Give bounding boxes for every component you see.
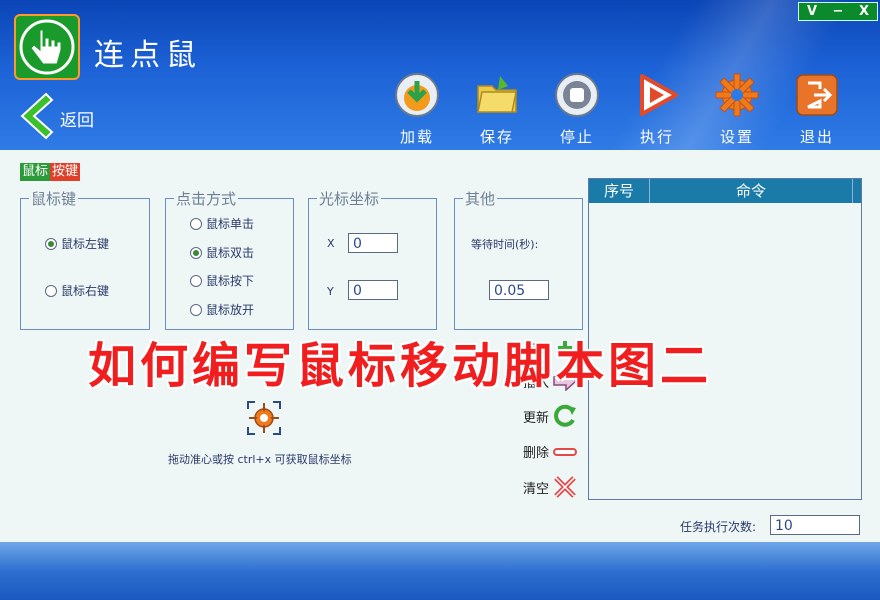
menu-button[interactable]: V [799, 3, 825, 20]
settings-button[interactable]: 设置 [709, 72, 765, 147]
refresh-icon [554, 404, 577, 427]
wait-label: 等待时间(秒): [471, 238, 539, 251]
update-button[interactable]: 更新 [523, 404, 578, 428]
command-list-header: 序号 命令 [589, 179, 861, 203]
load-label: 加载 [399, 128, 434, 146]
window-controls: V − X [798, 2, 878, 21]
back-arrow-icon [20, 92, 54, 140]
run-label: 执行 [639, 128, 674, 146]
save-button[interactable]: 保存 [469, 72, 525, 147]
radio-left-button[interactable]: 鼠标左键 [45, 235, 109, 252]
tab-mouse[interactable]: 鼠标 [20, 163, 51, 181]
radio-indicator [190, 246, 202, 259]
cursor-pos-group: 光标坐标 [308, 188, 437, 330]
radio-indicator [45, 237, 57, 250]
radio-label: 鼠标双击 [206, 246, 255, 260]
save-label: 保存 [479, 128, 514, 146]
repeat-label: 任务执行次数: [680, 520, 757, 534]
repeat-input[interactable]: 10 [770, 515, 860, 535]
app-window: V − X 连点鼠 返回 加载 保存 停止 执行 设置 退出 鼠标 按键 鼠标键… [0, 0, 880, 600]
radio-indicator [45, 284, 57, 297]
radio-release[interactable]: 鼠标放开 [190, 301, 254, 318]
col-command: 命令 [650, 179, 853, 203]
minus-icon [553, 447, 578, 456]
footer-bar [0, 542, 880, 600]
delete-label: 删除 [523, 446, 550, 461]
crosshair-hint: 拖动准心或按 ctrl+x 可获取鼠标坐标 [168, 453, 352, 466]
update-label: 更新 [523, 410, 550, 426]
delete-button[interactable]: 删除 [523, 442, 578, 461]
run-button[interactable]: 执行 [629, 72, 685, 147]
stop-button[interactable]: 停止 [549, 72, 605, 147]
stop-icon [555, 73, 599, 117]
radio-label: 鼠标按下 [206, 274, 255, 288]
radio-right-button[interactable]: 鼠标右键 [45, 282, 109, 299]
exit-icon [796, 74, 838, 116]
radio-single-click[interactable]: 鼠标单击 [190, 215, 254, 232]
play-icon [640, 74, 678, 116]
x-label: X [327, 237, 335, 250]
radio-indicator [190, 274, 202, 287]
x-input[interactable]: 0 [348, 233, 398, 253]
other-group: 其他 [454, 188, 583, 330]
back-label: 返回 [60, 111, 94, 131]
other-legend: 其他 [465, 190, 496, 208]
minimize-button[interactable]: − [825, 3, 851, 20]
app-logo [14, 14, 80, 80]
close-button[interactable]: X [851, 3, 877, 20]
exit-button[interactable]: 退出 [789, 72, 845, 147]
cursor-pos-legend: 光标坐标 [319, 190, 380, 208]
radio-indicator [190, 217, 202, 230]
back-button[interactable]: 返回 [18, 92, 108, 140]
crosshair-icon [247, 401, 281, 435]
mouse-key-legend: 鼠标键 [31, 190, 77, 208]
settings-label: 设置 [719, 128, 754, 146]
mode-tabs: 鼠标 按键 [20, 163, 81, 181]
header-bar: V − X 连点鼠 返回 加载 保存 停止 执行 设置 退出 [0, 0, 880, 150]
stop-label: 停止 [559, 128, 594, 146]
wait-input[interactable]: 0.05 [489, 280, 549, 300]
clear-label: 清空 [523, 481, 550, 497]
radio-label: 鼠标放开 [206, 303, 255, 317]
radio-label: 鼠标左键 [61, 237, 110, 251]
radio-label: 鼠标单击 [206, 217, 255, 231]
download-icon [395, 73, 439, 117]
load-button[interactable]: 加载 [389, 72, 445, 147]
crosshair-target[interactable] [246, 400, 282, 436]
col-spacer [853, 179, 861, 203]
exit-label: 退出 [799, 128, 834, 146]
hand-pointer-icon [19, 19, 75, 75]
radio-label: 鼠标右键 [61, 284, 110, 298]
y-input[interactable]: 0 [348, 280, 398, 300]
col-index: 序号 [589, 179, 650, 203]
radio-indicator [190, 303, 202, 316]
tab-keyboard[interactable]: 按键 [50, 163, 81, 181]
folder-icon [477, 76, 517, 113]
clear-button[interactable]: 清空 [523, 476, 578, 498]
click-mode-legend: 点击方式 [176, 190, 237, 208]
radio-press[interactable]: 鼠标按下 [190, 272, 254, 289]
app-title: 连点鼠 [94, 38, 202, 73]
gear-icon [715, 73, 759, 117]
x-icon [554, 476, 576, 498]
radio-double-click[interactable]: 鼠标双击 [190, 244, 254, 261]
mouse-key-group: 鼠标键 [20, 188, 150, 330]
overlay-caption: 如何编写鼠标移动脚本图二 [88, 338, 713, 394]
y-label: Y [327, 285, 334, 298]
